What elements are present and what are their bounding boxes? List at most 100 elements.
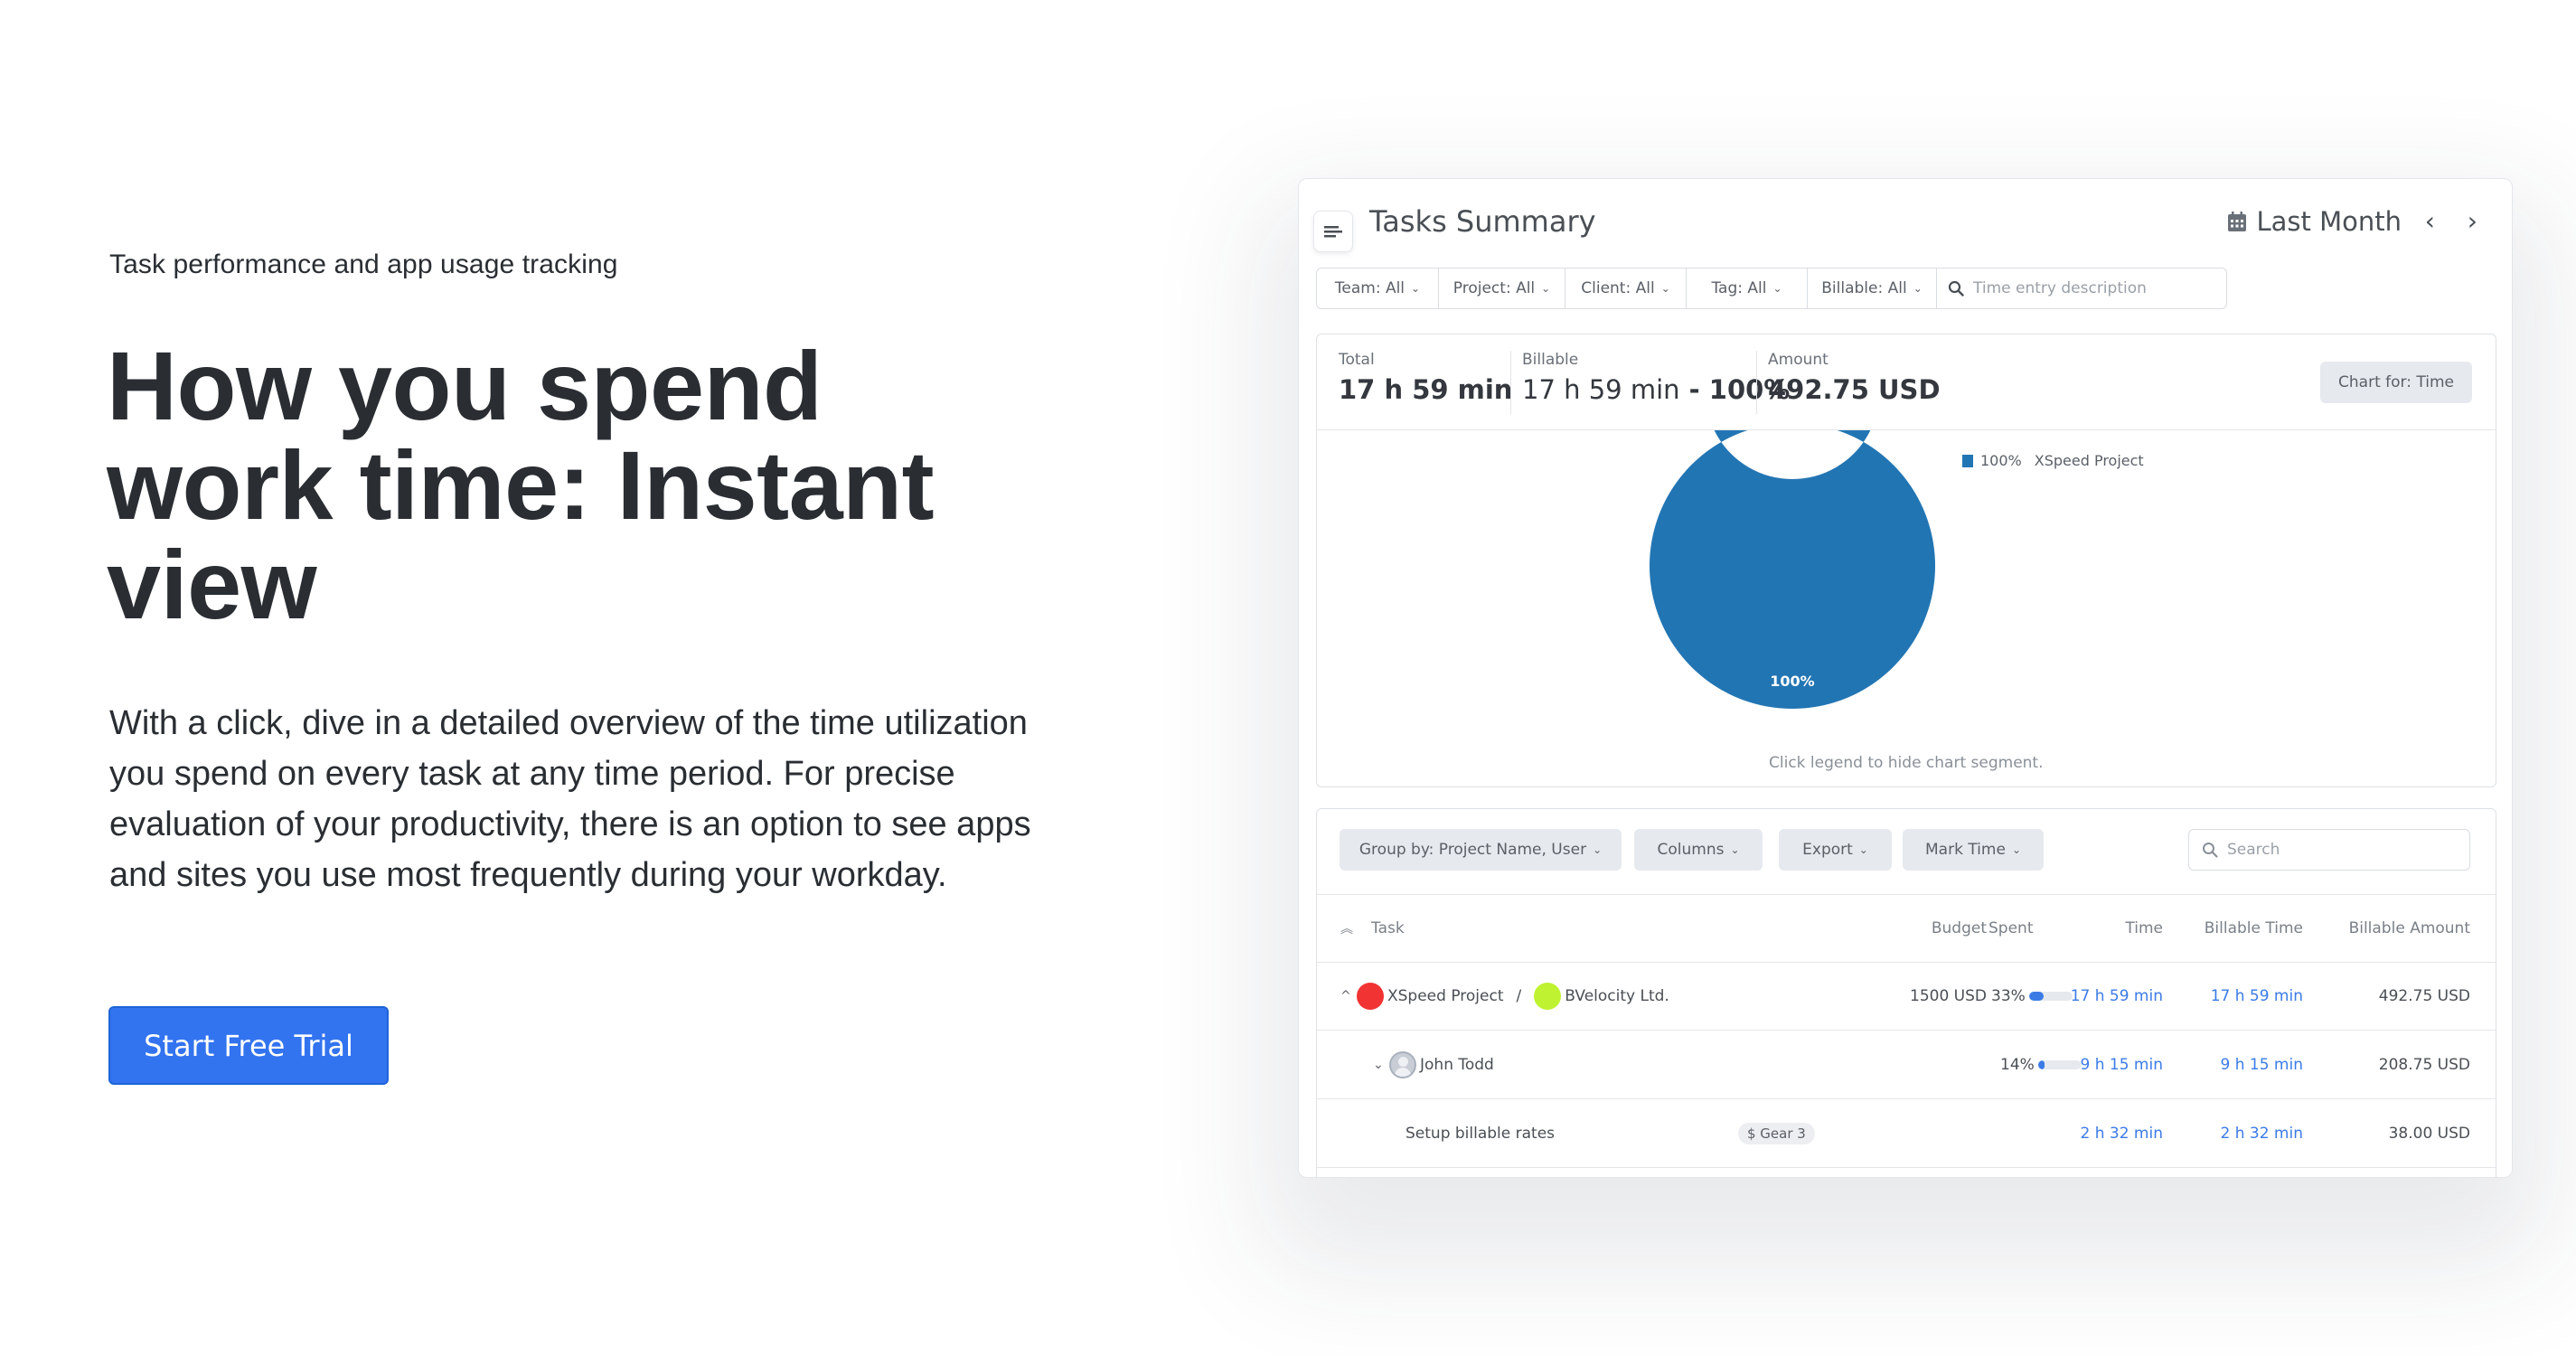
filter-team-label: Team: All (1334, 279, 1406, 297)
section-description: With a click, dive in a detailed overvie… (109, 704, 1031, 894)
header-time[interactable]: Time (2125, 919, 2163, 937)
group-by-label: Group by: Project Name, User (1359, 841, 1587, 859)
start-free-trial-button[interactable]: Start Free Trial (108, 1006, 389, 1085)
export-dropdown[interactable]: Export ⌄ (1779, 829, 1892, 871)
task-tag-badge: $ Gear 3 (1738, 1123, 1815, 1144)
time-link[interactable]: 17 h 59 min (2071, 987, 2163, 1005)
spent-progress-bar (2037, 1060, 2082, 1069)
billable-amount-value: 492.75 USD (2378, 987, 2470, 1005)
header-billable-time[interactable]: Billable Time (2205, 919, 2303, 937)
time-link[interactable]: 2 h 32 min (2081, 1125, 2164, 1143)
filter-team[interactable]: Team: All ⌄ (1317, 268, 1439, 308)
legend-swatch (1962, 454, 1973, 467)
chevron-down-icon: ⌄ (1660, 282, 1670, 295)
previous-period-button[interactable]: ‹ (2425, 206, 2435, 236)
header-billable-amount[interactable]: Billable Amount (2349, 919, 2470, 937)
time-link[interactable]: 9 h 15 min (2081, 1056, 2164, 1074)
donut-segment-xspeed-project[interactable] (1650, 430, 1935, 709)
headline-line-2: work time: Instant (107, 430, 935, 540)
stat-billable: Billable 17 h 59 min - 100% (1510, 351, 1790, 414)
legend-pct: 100% (1980, 452, 2022, 469)
filter-bar: Team: All ⌄ Project: All ⌄ Client: All ⌄ Ta… (1316, 268, 2227, 309)
chevron-down-icon: ⌄ (2011, 843, 2021, 856)
stat-total: Total 17 h 59 min (1339, 351, 1512, 405)
tasks-summary-card: Tasks Summary Last Month ‹ › Team: All ⌄ … (1298, 178, 2513, 1178)
legend-label: XSpeed Project (2034, 452, 2144, 469)
group-by-dropdown[interactable]: Group by: Project Name, User ⌄ (1340, 829, 1622, 871)
table-row-project[interactable]: ^ XSpeed Project / BVelocity Ltd. 1500 U… (1317, 963, 2496, 1031)
spent-cell: 14% (2000, 1056, 2082, 1074)
time-entry-search-input[interactable] (1973, 279, 2215, 297)
columns-label: Columns (1657, 841, 1725, 859)
menu-icon (1324, 226, 1342, 238)
stat-amount: Amount 492.75 USD (1756, 351, 1941, 414)
collapse-all-icon[interactable]: ︽ (1340, 919, 1353, 937)
search-icon (1948, 280, 1964, 297)
filter-tag[interactable]: Tag: All ⌄ (1687, 268, 1808, 308)
chevron-down-icon: ⌄ (1541, 282, 1551, 295)
donut-chart-area: 100% 100% XSpeed Project Click legend to… (1317, 430, 2496, 788)
next-period-button[interactable]: › (2468, 206, 2477, 236)
tasks-table: Group by: Project Name, User ⌄ Columns ⌄ E… (1316, 808, 2496, 1177)
client-name[interactable]: BVelocity Ltd. (1565, 987, 1669, 1005)
columns-dropdown[interactable]: Columns ⌄ (1634, 829, 1763, 871)
billable-time-link[interactable]: 17 h 59 min (2211, 987, 2303, 1005)
billable-time-link[interactable]: 9 h 15 min (2221, 1056, 2304, 1074)
header-budget[interactable]: Budget (1932, 919, 1987, 937)
user-cell: ⌄ John Todd (1373, 1051, 1494, 1078)
calendar-icon (2228, 212, 2247, 231)
collapse-caret-icon[interactable]: ^ (1340, 989, 1353, 1003)
table-row-task[interactable]: Setup billable rates $ Gear 3 2 h 32 min… (1317, 1100, 2496, 1168)
project-client-separator: / (1516, 987, 1522, 1005)
spent-pct: 33% (1991, 987, 2026, 1005)
chart-legend-item[interactable]: 100% XSpeed Project (1962, 452, 2144, 469)
chevron-down-icon: ⌄ (1411, 282, 1421, 295)
spent-pct: 14% (2000, 1056, 2035, 1074)
user-avatar (1389, 1051, 1416, 1078)
table-row-user[interactable]: ⌄ John Todd 14% 9 h 15 min 9 h 15 min 20… (1317, 1031, 2496, 1099)
time-entry-search (1937, 268, 2226, 308)
expand-caret-icon[interactable]: ⌄ (1373, 1058, 1386, 1072)
page-headline: How you spend work time: Instant view (107, 336, 1011, 635)
stat-billable-label: Billable (1522, 351, 1579, 369)
billable-amount-value: 208.75 USD (2378, 1056, 2470, 1074)
stat-billable-value-group: 17 h 59 min - 100% (1522, 374, 1790, 405)
stat-amount-label: Amount (1768, 351, 1829, 369)
headline-line-1: How you spend (107, 331, 823, 440)
mark-time-label: Mark Time (1925, 841, 2006, 859)
headline-line-3: view (107, 530, 317, 639)
search-icon (2203, 843, 2218, 858)
project-color-dot (1357, 983, 1384, 1010)
menu-toggle-button[interactable] (1313, 211, 1353, 252)
header-task[interactable]: Task (1371, 919, 1405, 937)
header-spent[interactable]: Spent (1988, 919, 2033, 937)
table-search-input[interactable] (2227, 841, 2453, 859)
billable-amount-value: 38.00 USD (2388, 1125, 2470, 1143)
period-selector[interactable]: Last Month (2227, 206, 2402, 237)
stat-billable-separator: - (1679, 374, 1709, 405)
filter-tag-label: Tag: All (1711, 279, 1767, 297)
stat-total-label: Total (1339, 351, 1375, 369)
task-name[interactable]: Setup billable rates (1406, 1125, 1555, 1143)
chart-for-dropdown[interactable]: Chart for: Time (2320, 362, 2472, 403)
chevron-down-icon: ⌄ (1593, 843, 1603, 856)
client-color-dot (1534, 983, 1562, 1010)
billable-time-link[interactable]: 2 h 32 min (2221, 1125, 2304, 1143)
filter-project[interactable]: Project: All ⌄ (1439, 268, 1565, 308)
user-name[interactable]: John Todd (1420, 1056, 1494, 1074)
stat-billable-value: 17 h 59 min (1522, 374, 1680, 405)
filter-billable[interactable]: Billable: All ⌄ (1808, 268, 1937, 308)
filter-client[interactable]: Client: All ⌄ (1565, 268, 1687, 308)
filter-project-label: Project: All (1453, 279, 1536, 297)
table-row-partial (1317, 1169, 2496, 1177)
filter-client-label: Client: All (1581, 279, 1655, 297)
table-toolbar: Group by: Project Name, User ⌄ Columns ⌄ E… (1317, 809, 2496, 895)
stat-total-value: 17 h 59 min (1339, 374, 1513, 405)
section-eyebrow: Task performance and app usage tracking (109, 250, 618, 279)
project-name[interactable]: XSpeed Project (1387, 987, 1504, 1005)
mark-time-dropdown[interactable]: Mark Time ⌄ (1903, 829, 2044, 871)
period-label: Last Month (2256, 206, 2402, 237)
stat-amount-value: 492.75 USD (1768, 374, 1941, 405)
spent-progress-bar (2028, 992, 2073, 1001)
summary-panel: Total 17 h 59 min Billable 17 h 59 min -… (1316, 334, 2496, 787)
